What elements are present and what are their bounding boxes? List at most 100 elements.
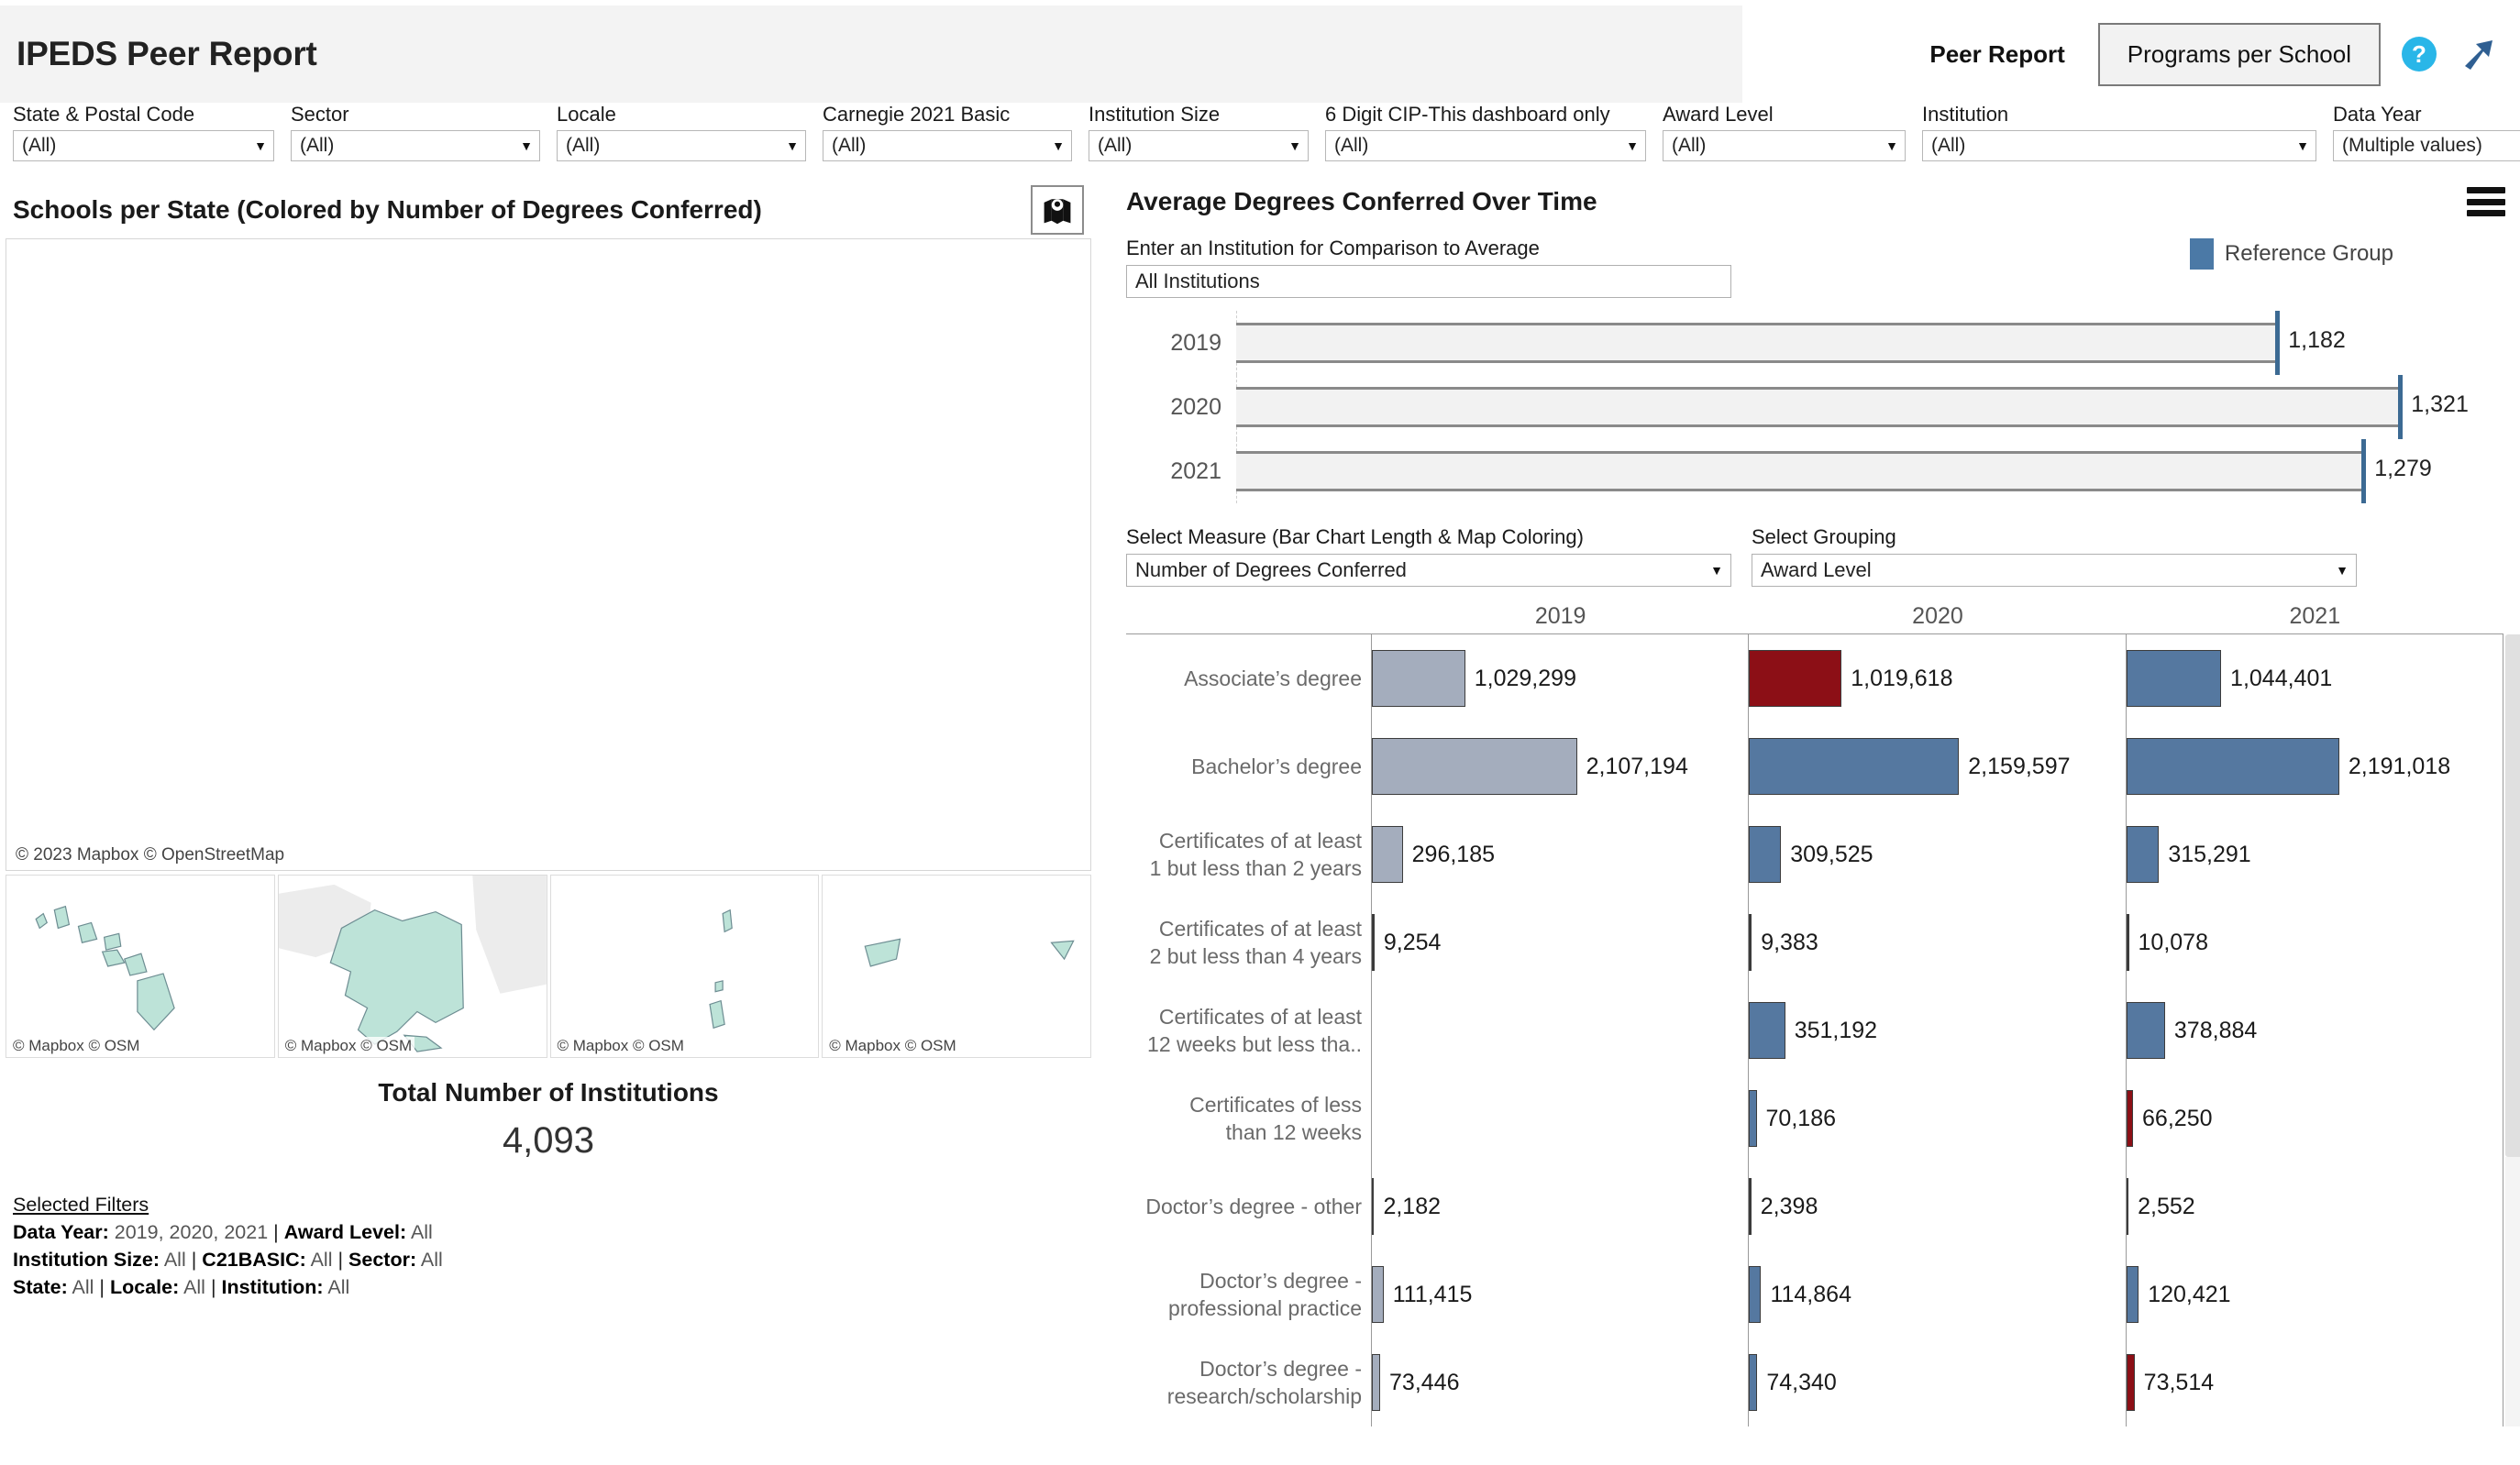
chevron-down-icon: ▼ (1052, 138, 1065, 153)
filter-label: Data Year (2333, 103, 2422, 126)
row-label-line: professional practice (1168, 1296, 1362, 1320)
comparison-label: Enter an Institution for Comparison to A… (1126, 237, 1540, 259)
row-label-line: Certificates of at least (1158, 829, 1362, 853)
row-label-line: Certificates of at least (1158, 917, 1362, 941)
left-panel: Schools per State (Colored by Number of … (0, 182, 1097, 1465)
selected-filters-heading: Selected Filters (13, 1194, 149, 1216)
bar-cell: 111,415 (1372, 1250, 1748, 1338)
measure-value: Number of Degrees Conferred (1135, 558, 1407, 581)
us-choropleth-map[interactable]: © 2023 Mapbox © OpenStreetMap (6, 238, 1091, 871)
inset-hawaii-svg (35, 905, 175, 1031)
tab-peer-report[interactable]: Peer Report (1917, 35, 2077, 74)
filter-sector-select[interactable]: (All) ▼ (291, 130, 540, 161)
column-header-2019: 2019 (1534, 603, 1586, 629)
chevron-down-icon: ▼ (1885, 138, 1898, 153)
bar-value: 2,191,018 (2348, 753, 2451, 779)
map-panel-title: Schools per State (Colored by Number of … (13, 195, 762, 224)
filter-award-level-select[interactable]: (All) ▼ (1663, 130, 1906, 161)
matrix-scrollbar[interactable] (2503, 634, 2520, 1426)
top-bar: IPEDS Peer Report Peer Report Programs p… (0, 6, 2520, 103)
bar-cell: 1,044,401 (2126, 634, 2503, 722)
row-label-line: Bachelor’s degree (1191, 755, 1362, 778)
comparison-input[interactable]: All Institutions (1126, 265, 1731, 298)
bar-value: 111,415 (1392, 1281, 1473, 1307)
hamburger-menu-icon[interactable] (2467, 187, 2505, 216)
tab-programs-per-school[interactable]: Programs per School (2097, 22, 2381, 86)
inset-map-hawaii[interactable]: © Mapbox © OSM (6, 875, 275, 1058)
measure-select[interactable]: Number of Degrees Conferred ▼ (1126, 554, 1731, 587)
bar-value: 1,019,618 (1851, 665, 1953, 691)
bullet-reference-marker (2398, 375, 2404, 439)
row-label-line: Doctor’s degree - (1199, 1269, 1362, 1293)
filter-val: All (420, 1249, 443, 1271)
inset-map-caribbean[interactable]: © Mapbox © OSM (822, 875, 1091, 1058)
average-degrees-bullet-chart[interactable]: 2019 1,182 2020 1,321 2021 1,279 (1110, 311, 2520, 503)
svg-text:?: ? (2412, 40, 2426, 68)
bar (2126, 1090, 2134, 1147)
chevron-down-icon: ▼ (520, 138, 533, 153)
bar-value: 66,250 (2142, 1105, 2213, 1131)
help-circle-icon[interactable]: ? (2401, 36, 2437, 72)
inset-map-alaska[interactable]: © Mapbox © OSM (277, 875, 547, 1058)
selected-filters-line: Institution Size: All | C21BASIC: All | … (13, 1249, 443, 1271)
filter-key: Institution: (221, 1276, 324, 1298)
bar (2126, 826, 2160, 883)
row-label-bachelors: Bachelor’s degree (1126, 722, 1371, 810)
filter-data-year-select[interactable]: (Multiple values) ▼ (2333, 130, 2520, 161)
scrollbar-thumb[interactable] (2505, 634, 2520, 1158)
row-label-cert-2-4-years: Certificates of at least 2 but less than… (1126, 898, 1371, 986)
bar (1372, 650, 1465, 707)
filter-val: All (310, 1249, 333, 1271)
bar (2126, 650, 2222, 707)
bar-value: 2,107,194 (1586, 753, 1688, 779)
chevron-down-icon: ▼ (2296, 138, 2309, 153)
bar-cell: 315,291 (2126, 810, 2503, 898)
map-insets: © Mapbox © OSM © Mapbox © OSM © Mapbox ©… (6, 875, 1091, 1058)
filter-institution: Institution (All) ▼ (1922, 103, 2316, 161)
filter-key: State: (13, 1276, 68, 1298)
filter-locale-select[interactable]: (All) ▼ (557, 130, 806, 161)
matrix-column-2019: 1,029,299 2,107,194 296,185 9,254 2,182 … (1372, 634, 1750, 1426)
degrees-by-award-level-chart[interactable]: 2019 2020 2021 Associate’s degree Bachel… (1126, 603, 2520, 1426)
filter-val: All (327, 1276, 350, 1298)
inset-map-pacific[interactable]: © Mapbox © OSM (549, 875, 820, 1058)
row-label-line: Doctor’s degree - other (1145, 1195, 1362, 1218)
bar (1372, 914, 1375, 971)
map-pin-icon[interactable] (1031, 185, 1084, 235)
filter-carnegie-2021-basic-select[interactable]: (All) ▼ (823, 130, 1072, 161)
bar-cell: 2,159,597 (1749, 722, 2125, 810)
bar-value: 74,340 (1766, 1369, 1837, 1395)
bar (1749, 1178, 1752, 1235)
selected-filters-summary: Selected Filters Data Year: 2019, 2020, … (13, 1191, 1097, 1301)
bar-value: 10,078 (2138, 929, 2208, 955)
bar-cell: 351,192 (1749, 986, 2125, 1074)
filter-sector: Sector (All) ▼ (291, 103, 540, 161)
filter-institution-size-select[interactable]: (All) ▼ (1089, 130, 1309, 161)
filter-label: Carnegie 2021 Basic (823, 103, 1011, 126)
column-header-2020: 2020 (1912, 603, 1963, 629)
bar (1749, 826, 1782, 883)
filter-key: Locale: (109, 1276, 180, 1298)
filter-value: (Multiple values) (2342, 135, 2482, 156)
filter-val: All (163, 1249, 186, 1271)
map-attribution: © 2023 Mapbox © OpenStreetMap (12, 844, 289, 866)
grouping-select[interactable]: Award Level ▼ (1752, 554, 2357, 587)
bullet-reference-marker (2275, 311, 2281, 375)
filter-institution-select[interactable]: (All) ▼ (1922, 130, 2316, 161)
selected-filters-line: State: All | Locale: All | Institution: … (13, 1276, 350, 1298)
matrix-column-headers: 2019 2020 2021 (1372, 603, 2503, 633)
share-arrow-icon[interactable] (2458, 35, 2496, 73)
bullet-value-label: 1,182 (2288, 327, 2346, 353)
filter-6-digit-cip-select[interactable]: (All) ▼ (1325, 130, 1646, 161)
filter-value: (All) (1931, 135, 1966, 156)
bar (1372, 738, 1577, 795)
filter-state-postal-code-select[interactable]: (All) ▼ (13, 130, 274, 161)
bar-cell: 120,421 (2126, 1250, 2503, 1338)
bar-cell: 10,078 (2126, 898, 2503, 986)
bar (1749, 650, 1842, 707)
row-label-line: Associate’s degree (1184, 666, 1362, 690)
row-label-associates: Associate’s degree (1126, 634, 1371, 722)
row-label-doctors-research: Doctor’s degree - research/scholarship (1126, 1338, 1371, 1426)
bar (2126, 1354, 2135, 1411)
total-institutions-kpi: Total Number of Institutions 4,093 (0, 1078, 1097, 1162)
